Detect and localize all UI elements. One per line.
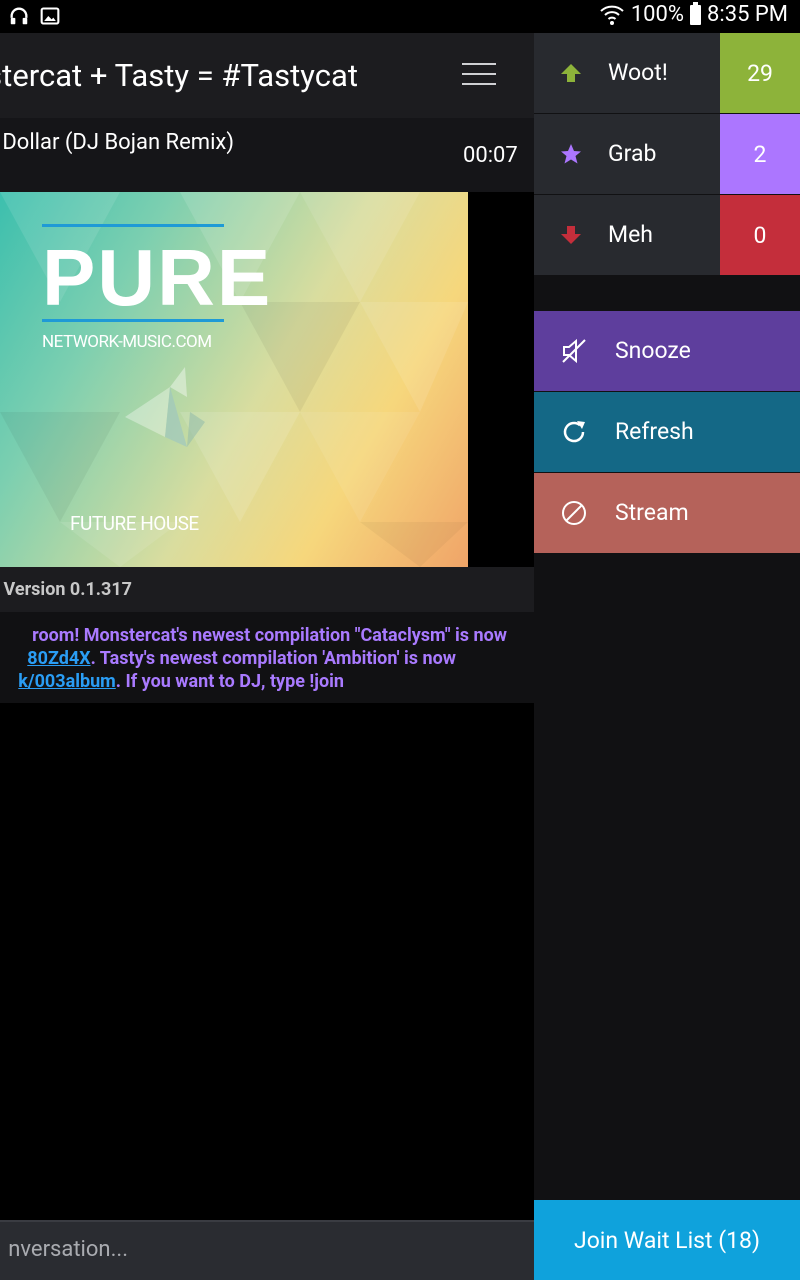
video-letterbox xyxy=(468,192,534,567)
logo-line-bottom xyxy=(42,319,224,322)
disable-icon xyxy=(562,501,586,525)
welcome-line-2: 80Zd4X. Tasty's newest compilation 'Ambi… xyxy=(27,648,456,669)
room-title: Monstercat + Tasty = #Tastycat xyxy=(0,57,358,94)
grab-label: Grab xyxy=(608,140,657,167)
artwork-subtitle: NETWORK-MUSIC.COM xyxy=(42,332,212,352)
origami-bird-icon xyxy=(125,367,205,447)
stream-label: Stream xyxy=(615,499,689,526)
room-main-pane: Monstercat + Tasty = #Tastycat Dollar (D… xyxy=(0,33,534,1280)
mute-icon xyxy=(562,338,586,364)
meh-label: Meh xyxy=(608,221,653,248)
logo-line-top xyxy=(42,224,224,227)
headphones-icon xyxy=(10,7,28,25)
chat-log[interactable] xyxy=(0,703,534,1220)
welcome-message: room! Monstercat's newest compilation "C… xyxy=(0,612,534,703)
snooze-button[interactable]: Snooze xyxy=(534,311,800,391)
arrow-up-icon xyxy=(561,64,581,82)
woot-button[interactable]: Woot! 29 xyxy=(534,33,800,113)
compilation-link-ambition[interactable]: k/003album xyxy=(18,671,115,692)
compilation-link-cataclysm[interactable]: 80Zd4X xyxy=(27,648,90,669)
grab-button[interactable]: Grab 2 xyxy=(534,114,800,194)
refresh-label: Refresh xyxy=(615,418,694,445)
room-actions-drawer: Woot! 29 Grab 2 Meh 0 Snooze Refresh Str… xyxy=(534,33,800,1280)
status-bar: 100% 8:35 PM xyxy=(0,0,800,33)
welcome-line-3: k/003album. If you want to DJ, type !joi… xyxy=(18,671,344,692)
room-header: Monstercat + Tasty = #Tastycat xyxy=(0,33,534,118)
woot-count: 29 xyxy=(720,33,800,113)
track-elapsed-time: 00:07 xyxy=(463,143,518,168)
welcome-line-3-text: . If you want to DJ, type !join xyxy=(115,671,344,692)
now-playing-bar: Dollar (DJ Bojan Remix) 00:07 xyxy=(0,118,534,192)
version-bar: Version 0.1.317 xyxy=(0,567,534,612)
welcome-line-2-text: . Tasty's newest compilation 'Ambition' … xyxy=(90,648,456,669)
battery-icon xyxy=(690,1,702,25)
meh-count: 0 xyxy=(720,195,800,275)
arrow-down-icon xyxy=(561,226,581,244)
refresh-button[interactable]: Refresh xyxy=(534,392,800,472)
version-text: Version 0.1.317 xyxy=(3,579,133,600)
grab-count: 2 xyxy=(720,114,800,194)
chat-input-placeholder: nversation... xyxy=(8,1237,128,1262)
chat-input[interactable]: nversation... xyxy=(0,1220,534,1280)
album-artwork: PURE NETWORK-MUSIC.COM FUTURE HOUSE xyxy=(0,192,468,567)
clock: 8:35 PM xyxy=(707,2,788,27)
star-icon xyxy=(561,144,581,164)
woot-label: Woot! xyxy=(608,59,668,86)
wifi-icon xyxy=(600,5,624,25)
welcome-line-1: room! Monstercat's newest compilation "C… xyxy=(32,625,507,646)
refresh-icon xyxy=(563,421,585,443)
snooze-label: Snooze xyxy=(615,337,691,364)
track-title: Dollar (DJ Bojan Remix) xyxy=(2,130,234,155)
join-wait-list-button[interactable]: Join Wait List (18) xyxy=(534,1200,800,1280)
image-icon xyxy=(40,7,60,25)
artwork-logo: PURE xyxy=(42,233,273,322)
stream-button[interactable]: Stream xyxy=(534,473,800,553)
battery-percent: 100% xyxy=(630,2,685,27)
hamburger-menu-icon[interactable] xyxy=(462,63,496,87)
meh-button[interactable]: Meh 0 xyxy=(534,195,800,275)
artwork-footer: FUTURE HOUSE xyxy=(70,512,199,535)
